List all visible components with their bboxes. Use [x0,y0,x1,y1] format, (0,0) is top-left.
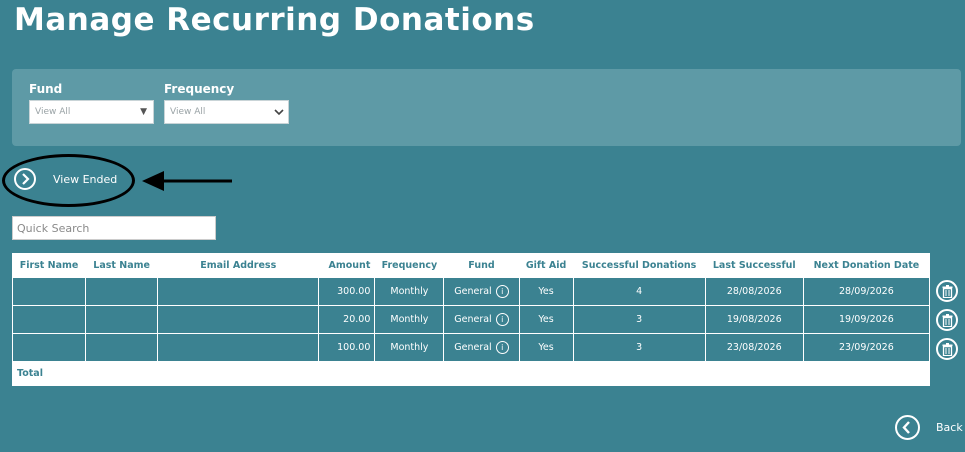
arrow-left-icon [142,171,232,191]
last-successful-cell: 23/08/2026 [704,333,804,362]
frequency-cell: Monthly [374,305,445,334]
info-icon[interactable]: i [495,285,509,298]
column-header-frequency[interactable]: Frequency [374,253,445,278]
view-ended-button[interactable]: View Ended [2,154,135,207]
filter-panel: Fund View All ▼ Frequency View All [12,69,961,146]
donations-table: First Name Last Name Email Address Amoun… [11,253,931,386]
total-label: Total [12,361,930,386]
gift-aid-cell: Yes [518,333,574,362]
column-header-email[interactable]: Email Address [157,253,320,278]
table-row[interactable]: 100.00 Monthly General i Yes 3 23/08/2026… [11,333,931,362]
delete-button[interactable] [936,338,958,360]
next-donation-date-cell: 19/09/2026 [802,305,931,334]
column-header-next-donation-date[interactable]: Next Donation Date [802,253,931,278]
trash-icon [942,285,953,298]
fund-cell: General i [443,305,520,334]
info-icon[interactable]: i [495,313,509,326]
view-ended-label: View Ended [53,173,118,186]
back-button[interactable]: Back [895,415,965,441]
column-header-last-name[interactable]: Last Name [85,253,159,278]
column-header-successful-donations[interactable]: Successful Donations [572,253,706,278]
email-cell [157,333,320,362]
gift-aid-cell: Yes [518,277,574,306]
last-name-cell [85,333,159,362]
email-cell [157,277,320,306]
info-icon[interactable]: i [495,341,509,354]
email-cell [157,305,320,334]
last-name-cell [85,305,159,334]
frequency-select-value: View All [170,107,206,117]
chevron-down-icon [274,109,284,116]
caret-down-icon: ▼ [140,107,147,117]
chevron-left-icon [895,415,920,440]
fund-cell: General i [443,333,520,362]
fund-cell: General i [443,277,520,306]
amount-cell: 100.00 [318,333,376,362]
table-row[interactable]: 20.00 Monthly General i Yes 3 19/08/2026 … [11,305,931,334]
fund-value: General [454,342,492,353]
frequency-cell: Monthly [374,333,445,362]
frequency-cell: Monthly [374,277,445,306]
gift-aid-cell: Yes [518,305,574,334]
first-name-cell [11,333,87,362]
trash-icon [942,343,953,356]
fund-value: General [454,286,492,297]
first-name-cell [11,305,87,334]
column-header-first-name[interactable]: First Name [11,253,87,278]
amount-cell: 300.00 [318,277,376,306]
fund-value: General [454,314,492,325]
first-name-cell [11,277,87,306]
column-header-fund[interactable]: Fund [443,253,520,278]
total-row: Total [12,361,930,386]
column-header-gift-aid[interactable]: Gift Aid [518,253,574,278]
last-successful-cell: 28/08/2026 [704,277,804,306]
page-title: Manage Recurring Donations [14,2,535,38]
amount-cell: 20.00 [318,305,376,334]
fund-filter-label: Fund [29,82,63,96]
successful-donations-cell: 3 [572,305,706,334]
trash-icon [942,314,953,327]
table-header-row: First Name Last Name Email Address Amoun… [11,253,931,278]
delete-button[interactable] [936,280,958,302]
frequency-filter-label: Frequency [164,82,235,96]
fund-select-value: View All [35,107,71,117]
column-header-amount[interactable]: Amount [318,253,376,278]
successful-donations-cell: 3 [572,333,706,362]
column-header-last-successful[interactable]: Last Successful [704,253,804,278]
frequency-select[interactable]: View All [164,100,289,124]
last-successful-cell: 19/08/2026 [704,305,804,334]
back-label: Back [936,421,963,434]
table-row[interactable]: 300.00 Monthly General i Yes 4 28/08/2026… [11,277,931,306]
quick-search-input[interactable] [12,216,216,240]
delete-button[interactable] [936,309,958,331]
fund-select[interactable]: View All ▼ [29,100,154,124]
chevron-right-icon [14,168,36,190]
next-donation-date-cell: 23/09/2026 [802,333,931,362]
last-name-cell [85,277,159,306]
next-donation-date-cell: 28/09/2026 [802,277,931,306]
successful-donations-cell: 4 [572,277,706,306]
